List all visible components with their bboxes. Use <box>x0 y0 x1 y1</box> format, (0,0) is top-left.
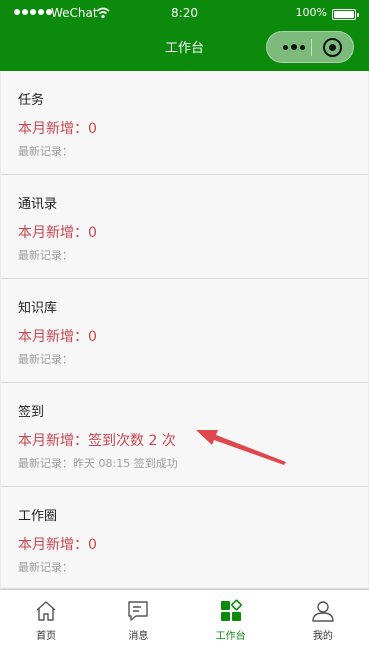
card-title: 任务 <box>18 93 45 108</box>
monthly-new-count: 本月新增：0 <box>18 225 97 241</box>
latest-record: 最新记录： <box>18 145 73 158</box>
monthly-new-count: 本月新增：0 <box>18 329 97 345</box>
card-knowledge-base[interactable]: 知识库 本月新增：0 最新记录： <box>1 279 368 383</box>
card-title: 签到 <box>18 405 45 420</box>
card-title: 通讯录 <box>18 197 58 212</box>
tab-label: 我的 <box>312 631 333 642</box>
capsule-divider <box>311 39 312 56</box>
top-bar: WeChat 8:20 100% 工作台 <box>0 0 369 71</box>
tab-label: 首页 <box>36 631 57 642</box>
tab-profile[interactable]: 我的 <box>277 590 369 648</box>
message-icon <box>128 601 149 621</box>
tab-label: 工作台 <box>215 631 246 642</box>
latest-record: 最新记录： <box>18 561 73 574</box>
monthly-new-count: 本月新增：签到次数 2 次 <box>18 433 176 449</box>
user-icon <box>312 601 334 622</box>
tab-workbench[interactable]: 工作台 <box>185 590 277 648</box>
monthly-new-count: 本月新增：0 <box>18 537 97 553</box>
battery-icon <box>332 9 359 20</box>
card-task[interactable]: 任务 本月新增：0 最新记录： <box>1 71 368 175</box>
tab-messages[interactable]: 消息 <box>92 590 184 648</box>
mini-program-capsule <box>266 31 354 63</box>
latest-record: 最新记录：昨天 08:15 签到成功 <box>18 457 178 470</box>
more-options-button[interactable] <box>277 32 311 62</box>
card-contacts[interactable]: 通讯录 本月新增：0 最新记录： <box>1 175 368 279</box>
battery-percent: 100% <box>295 6 327 19</box>
card-check-in[interactable]: 签到 本月新增：签到次数 2 次 最新记录：昨天 08:15 签到成功 <box>1 383 368 487</box>
home-icon <box>36 601 56 621</box>
card-work-circle[interactable]: 工作圈 本月新增：0 最新记录： <box>1 487 368 589</box>
close-mini-program-button[interactable] <box>323 38 342 57</box>
status-bar: WeChat 8:20 100% <box>0 0 369 28</box>
latest-record: 最新记录： <box>18 249 73 262</box>
tab-bar: 首页 消息 工作台 我的 <box>0 589 369 648</box>
workbench-list: 任务 本月新增：0 最新记录： 通讯录 本月新增：0 最新记录： 知识库 本月新… <box>0 71 369 589</box>
workbench-icon <box>220 599 242 621</box>
monthly-new-count: 本月新增：0 <box>18 121 97 137</box>
card-title: 工作圈 <box>18 509 58 524</box>
tab-label: 消息 <box>128 631 149 642</box>
tab-home[interactable]: 首页 <box>0 590 92 648</box>
card-title: 知识库 <box>18 301 58 316</box>
latest-record: 最新记录： <box>18 353 73 366</box>
